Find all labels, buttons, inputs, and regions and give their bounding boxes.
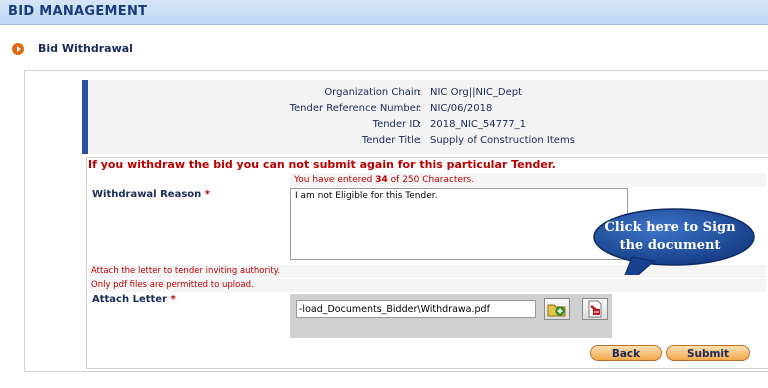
required-marker: * [204, 189, 210, 200]
sign-document-button[interactable] [582, 298, 608, 320]
attach-letter-label-text: Attach Letter [92, 294, 168, 305]
tender-info-box: Organization Chain : NIC Org||NIC_Dept T… [82, 80, 768, 154]
section-title: Bid Withdrawal [38, 42, 133, 55]
counter-prefix: You have entered [294, 175, 373, 185]
app-title: BID MANAGEMENT [8, 4, 148, 19]
info-row-tender-id: Tender ID : 2018_NIC_54777_1 [88, 119, 768, 135]
counter-count: 34 [375, 175, 388, 185]
info-label: Tender Title [361, 135, 420, 146]
withdrawal-reason-label: Withdrawal Reason * [92, 189, 210, 200]
callout-line-2: the document [619, 238, 721, 253]
info-row-tender-title: Tender Title : Supply of Construction It… [88, 135, 768, 151]
attach-letter-file-field[interactable]: -load_Documents_Bidder\Withdrawa.pdf [296, 300, 536, 318]
submit-button[interactable]: Submit [666, 345, 750, 361]
sign-document-icon [588, 300, 602, 318]
withdrawal-reason-input[interactable]: I am not Eligible for this Tender. [290, 188, 628, 260]
browse-folder-icon [547, 304, 566, 317]
sign-document-callout: Click here to Sign the document [584, 207, 756, 275]
info-colon: : [418, 103, 422, 114]
character-counter: You have entered 34 of 250 Characters. [290, 173, 766, 187]
info-value: NIC Org||NIC_Dept [430, 87, 523, 98]
counter-suffix: of 250 Characters. [390, 175, 475, 185]
info-value: NIC/06/2018 [430, 103, 493, 114]
pdf-only-note: Only pdf files are permitted to upload. [88, 279, 766, 292]
section-bullet-icon [12, 42, 24, 55]
info-colon: : [418, 135, 422, 146]
info-colon: : [418, 87, 422, 98]
section-heading: Bid Withdrawal [12, 42, 133, 55]
info-label: Tender Reference Number [289, 103, 420, 114]
info-label: Organization Chain [324, 87, 420, 98]
info-label: Tender ID [372, 119, 420, 130]
info-row-organization-chain: Organization Chain : NIC Org||NIC_Dept [88, 87, 768, 103]
required-marker: * [170, 294, 176, 305]
withdrawal-reason-label-text: Withdrawal Reason [92, 189, 202, 200]
attach-letter-label: Attach Letter * [92, 294, 176, 305]
back-button[interactable]: Back [590, 345, 662, 361]
callout-text: Click here to Sign the document [584, 219, 756, 255]
info-value: Supply of Construction Items [430, 135, 575, 146]
info-row-tender-reference: Tender Reference Number : NIC/06/2018 [88, 103, 768, 119]
withdrawal-warning: If you withdraw the bid you can not subm… [88, 158, 556, 171]
app-header: BID MANAGEMENT [0, 0, 768, 25]
info-colon: : [418, 119, 422, 130]
callout-line-1: Click here to Sign [604, 220, 736, 235]
browse-folder-button[interactable] [544, 298, 570, 320]
info-value: 2018_NIC_54777_1 [430, 119, 527, 130]
